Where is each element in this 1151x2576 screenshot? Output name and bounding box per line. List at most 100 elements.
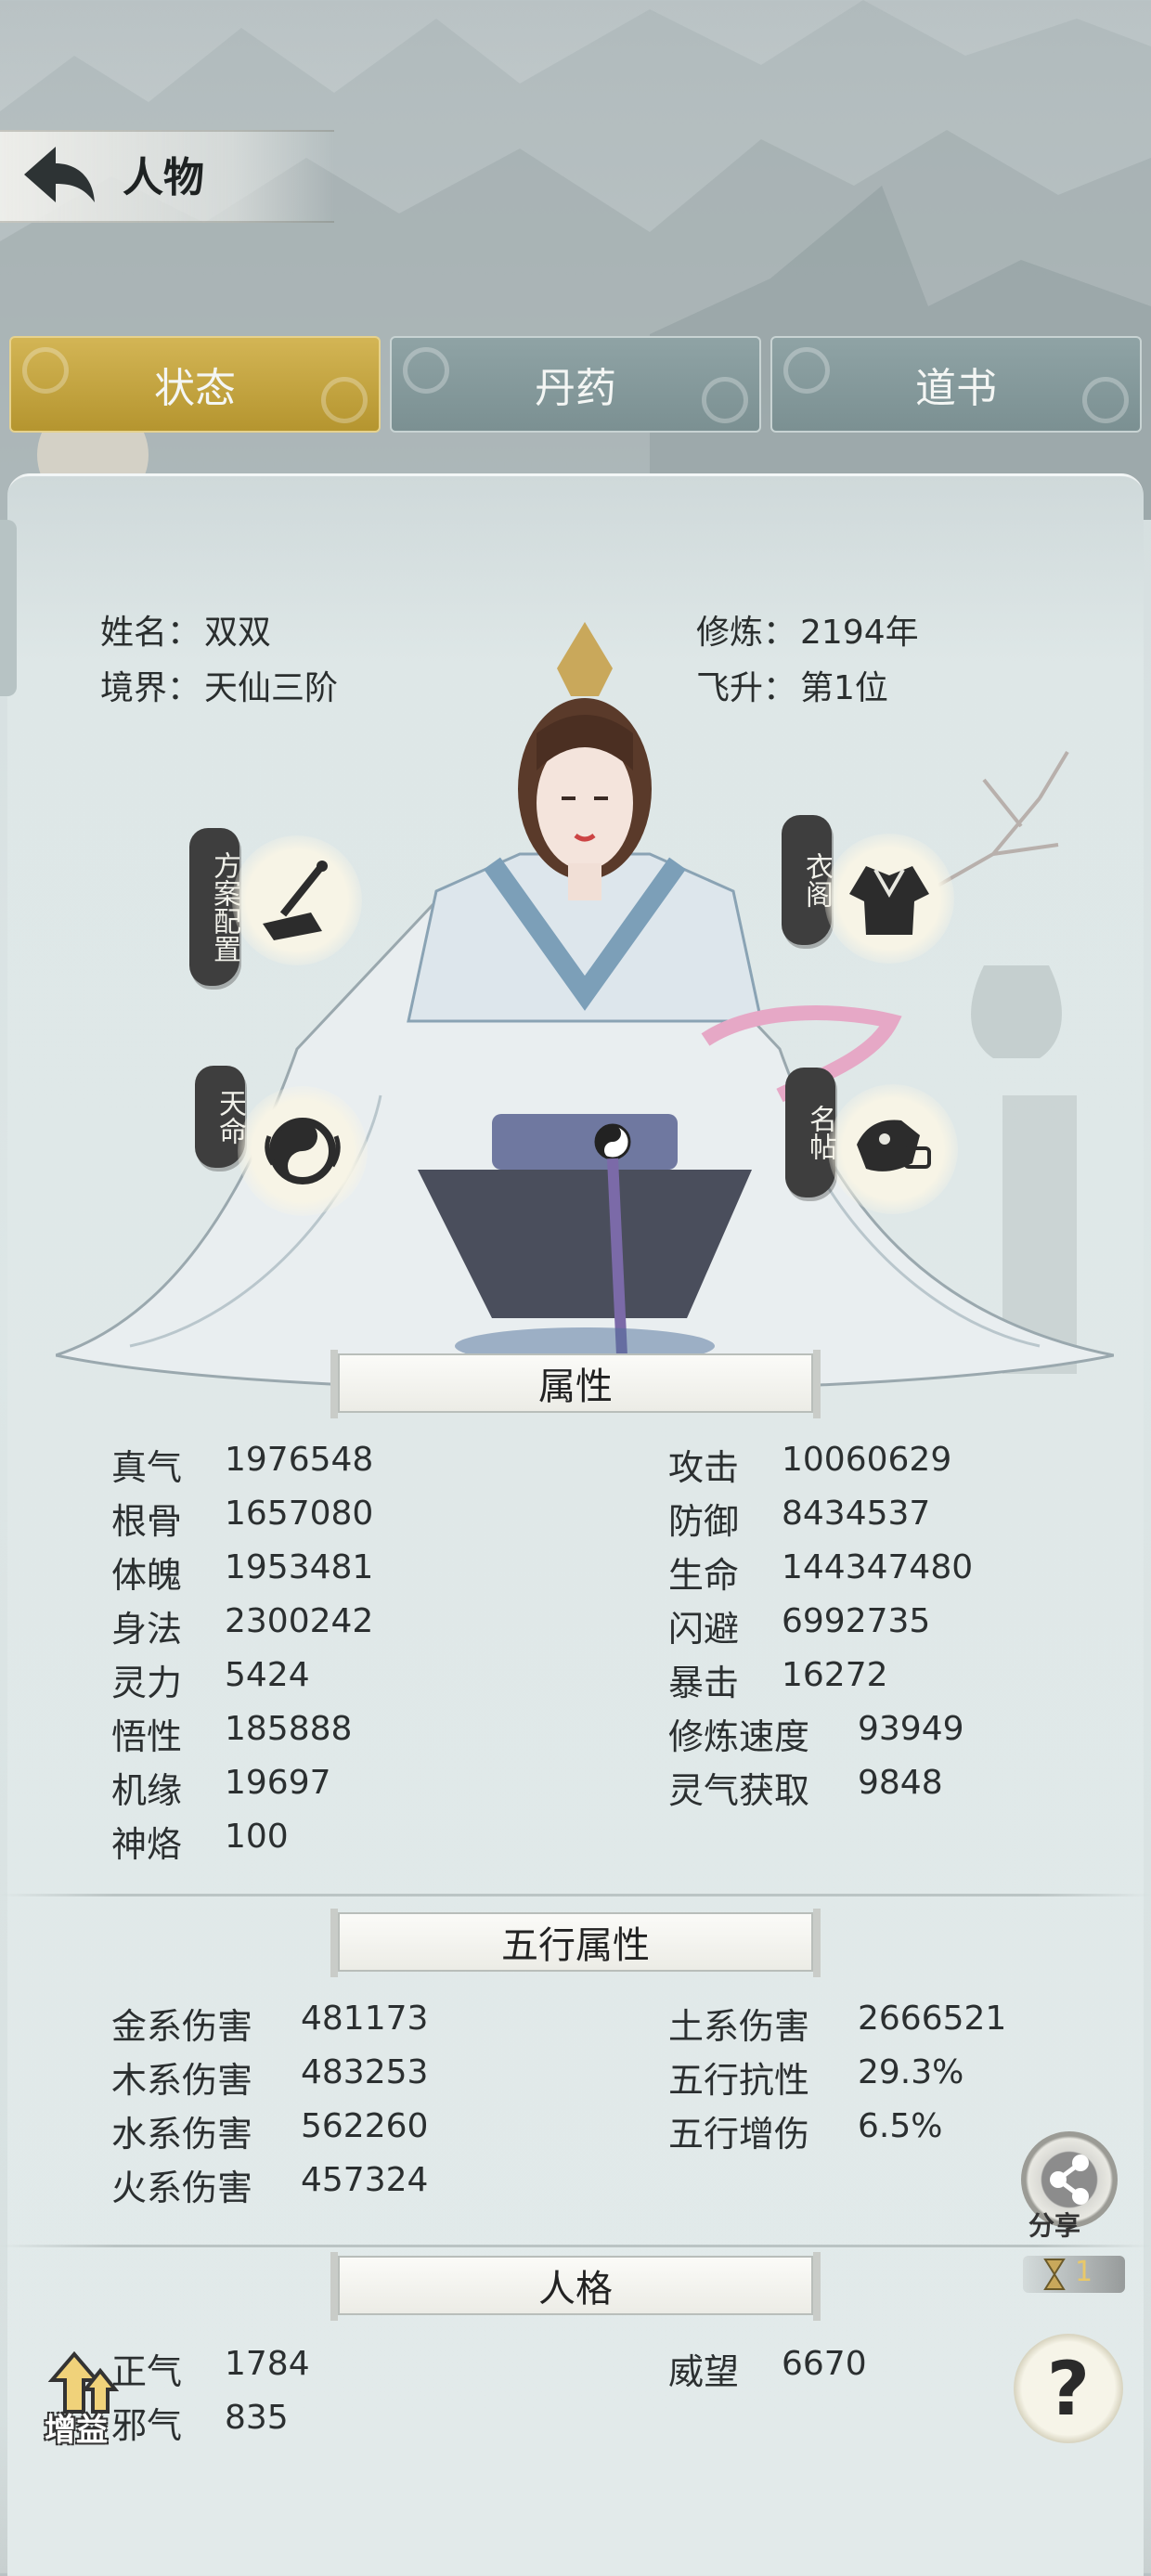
cloud-ornament [1082, 377, 1129, 423]
stat-value: 6.5% [858, 2107, 943, 2145]
stat-value: 483253 [301, 2053, 429, 2091]
attribute-row: 真气 1976548 [111, 1439, 373, 1490]
question-icon: ? [1046, 2345, 1091, 2432]
element-row: 金系伤害 481173 [111, 1998, 428, 2049]
cloud-ornament [321, 377, 368, 423]
stat-label: 五行抗性 [668, 2060, 810, 2101]
stat-label: 根骨 [111, 1501, 183, 1542]
attribute-row: 灵气获取 9848 [668, 1762, 943, 1813]
wardrobe-tag[interactable]: 衣阁 [782, 815, 833, 945]
stat-value: 6670 [782, 2345, 867, 2383]
element-row: 五行增伤 6.5% [668, 2105, 942, 2156]
plan-config-button[interactable] [232, 835, 362, 965]
element-row: 水系伤害 562260 [111, 2105, 428, 2156]
cloud-ornament [702, 377, 748, 423]
page-title: 人物 [123, 154, 204, 201]
help-button[interactable]: ? [1014, 2334, 1123, 2443]
fate-button[interactable] [238, 1086, 368, 1216]
taiji-icon [265, 1118, 341, 1184]
stat-label: 威望 [668, 2351, 740, 2392]
tab-label: 状态 [154, 365, 236, 412]
back-arrow-icon [24, 147, 95, 202]
element-row: 火系伤害 457324 [111, 2159, 428, 2210]
element-row: 五行抗性 29.3% [668, 2052, 963, 2103]
stat-value: 9848 [858, 1764, 943, 1802]
stat-label: 闪避 [668, 1609, 740, 1650]
stat-label: 五行增伤 [668, 2114, 810, 2155]
stat-value: 1657080 [225, 1495, 374, 1533]
stat-value: 1953481 [225, 1548, 374, 1586]
tab-pills[interactable]: 丹药 [390, 336, 761, 433]
attribute-row: 闪避 6992735 [668, 1600, 930, 1651]
attribute-row: 防御 8434537 [668, 1493, 930, 1544]
stat-value: 93949 [858, 1710, 964, 1748]
cloud-ornament [403, 347, 449, 394]
tab-status[interactable]: 状态 [9, 336, 381, 433]
cloud-ornament [22, 347, 69, 394]
back-button[interactable] [17, 137, 100, 212]
stat-value: 1976548 [225, 1441, 374, 1479]
section-header-personality: 人格 [330, 2252, 821, 2321]
element-row: 木系伤害 483253 [111, 2052, 428, 2103]
stat-value: 185888 [225, 1710, 353, 1748]
stat-value: 1784 [225, 2345, 310, 2383]
stat-label: 灵力 [111, 1663, 183, 1703]
stat-label: 攻击 [668, 1447, 740, 1488]
stat-value: 481173 [301, 2000, 429, 2038]
stat-value: 10060629 [782, 1441, 952, 1479]
card-tag[interactable]: 名帖 [785, 1068, 836, 1197]
stat-value: 2300242 [225, 1602, 374, 1640]
wardrobe-button[interactable] [824, 834, 954, 964]
section-divider [0, 1894, 1151, 1896]
robe-icon [849, 866, 929, 935]
stat-label: 火系伤害 [111, 2168, 253, 2208]
stat-label: 神烙 [111, 1824, 183, 1865]
stat-label: 生命 [668, 1555, 740, 1596]
hourglass-counter[interactable] [1023, 2256, 1125, 2293]
tab-books[interactable]: 道书 [770, 336, 1142, 433]
stat-value: 6992735 [782, 1602, 931, 1640]
stat-value: 16272 [782, 1656, 888, 1694]
personality-row: 威望 6670 [668, 2343, 867, 2394]
stat-label: 水系伤害 [111, 2114, 253, 2155]
attribute-row: 修炼速度 93949 [668, 1708, 964, 1759]
stat-label: 修炼速度 [668, 1716, 810, 1757]
stat-label: 防御 [668, 1501, 740, 1542]
panel-scroll-edge [0, 520, 17, 696]
mask-icon [857, 1120, 931, 1171]
counter-value: 1 [1075, 2256, 1093, 2288]
stat-label: 木系伤害 [111, 2060, 253, 2101]
stat-value: 100 [225, 1818, 289, 1856]
hourglass-icon [1043, 2259, 1066, 2290]
element-row: 土系伤害 2666521 [668, 1998, 1006, 2049]
tab-label: 丹药 [535, 365, 616, 412]
attribute-row: 悟性 185888 [111, 1708, 352, 1759]
buff-label: 增益 [45, 2412, 108, 2449]
stat-value: 8434537 [782, 1495, 931, 1533]
stat-value: 2666521 [858, 2000, 1007, 2038]
tab-label: 道书 [915, 365, 997, 412]
stat-value: 144347480 [782, 1548, 974, 1586]
stat-value: 457324 [301, 2161, 429, 2199]
stat-value: 562260 [301, 2107, 429, 2145]
tab-bar: 状态 丹药 道书 [9, 336, 1142, 436]
stat-label: 悟性 [111, 1716, 183, 1757]
stat-label: 体魄 [111, 1555, 183, 1596]
section-header-attributes: 属性 [330, 1350, 821, 1418]
stat-label: 真气 [111, 1447, 183, 1488]
stat-label: 暴击 [668, 1663, 740, 1703]
stat-label: 金系伤害 [111, 2006, 253, 2047]
attribute-row: 身法 2300242 [111, 1600, 373, 1651]
attribute-row: 生命 144347480 [668, 1547, 973, 1598]
attribute-row: 机缘 19697 [111, 1762, 331, 1813]
stat-value: 29.3% [858, 2053, 964, 2091]
stat-value: 19697 [225, 1764, 331, 1802]
character-portrait [56, 622, 1114, 1392]
calligraphy-scroll-icon [263, 861, 328, 940]
stat-label: 土系伤害 [668, 2006, 810, 2047]
share-label: 分享 [1028, 2210, 1081, 2241]
cloud-ornament [783, 347, 830, 394]
mountain-background [0, 0, 1151, 520]
card-button[interactable] [828, 1084, 958, 1214]
attribute-row: 体魄 1953481 [111, 1547, 373, 1598]
